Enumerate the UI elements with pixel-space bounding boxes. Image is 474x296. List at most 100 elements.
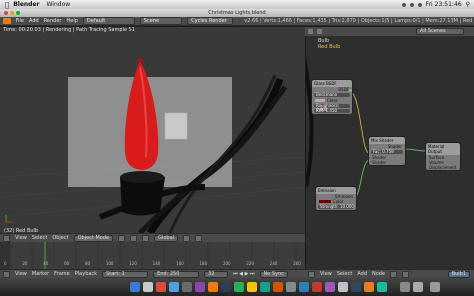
app-icon[interactable] <box>299 282 309 292</box>
mix-shader-node[interactable]: Mix Shader Shader Fac: 0.759 Shader Shad… <box>368 136 406 166</box>
app-icon[interactable] <box>195 282 205 292</box>
node-title: Glass BSDF <box>312 80 352 87</box>
documents-icon[interactable] <box>400 282 410 292</box>
mode-selector[interactable]: Object Mode <box>73 234 114 242</box>
orientation-selector[interactable]: Global <box>154 234 179 242</box>
editor-type-icon[interactable] <box>3 234 10 242</box>
select-menu[interactable]: Select <box>32 235 47 241</box>
node-title: Emission <box>316 187 356 194</box>
status-icon[interactable] <box>401 2 406 7</box>
finder-icon[interactable] <box>130 282 140 292</box>
shader-type-icon[interactable] <box>390 270 398 278</box>
search-icon[interactable]: ⚲ <box>466 1 470 8</box>
apple-icon[interactable]:  <box>5 1 9 9</box>
scene-filter[interactable]: All Scenes <box>416 28 464 35</box>
chrome-icon[interactable] <box>156 282 166 292</box>
distribution-selector[interactable]: Beckmann <box>314 93 350 97</box>
view-toggle-icon[interactable] <box>308 29 313 34</box>
sync-selector[interactable]: No Sync <box>259 270 288 278</box>
tick-label: 20 <box>22 261 28 266</box>
app-icon[interactable] <box>312 282 322 292</box>
app-icon[interactable] <box>247 282 257 292</box>
breadcrumb-red-bulb[interactable]: Red Bulb <box>318 44 340 50</box>
playback-menu[interactable]: Playback <box>75 271 97 277</box>
view-menu[interactable]: View <box>15 271 27 277</box>
marker-menu[interactable]: Marker <box>32 271 49 277</box>
scene-selector[interactable]: Scene <box>139 17 183 25</box>
blender-editor-icon[interactable] <box>3 18 11 24</box>
select-menu[interactable]: Select <box>337 271 352 277</box>
layout-selector[interactable]: Default <box>82 17 135 25</box>
output-socket[interactable] <box>349 89 352 92</box>
glass-bsdf-node[interactable]: Glass BSDF BSDF Beckmann Color Roughness… <box>311 79 353 115</box>
view-menu[interactable]: View <box>15 235 27 241</box>
ior-field[interactable]: IOR: 1.450 <box>314 109 350 113</box>
app-icon[interactable] <box>286 282 296 292</box>
3d-viewport[interactable] <box>0 27 305 233</box>
editor-type-icon[interactable] <box>3 270 10 278</box>
material-breadcrumb: Bulb Red Bulb <box>318 38 340 50</box>
emission-node[interactable]: Emission Emission Color Strength: 10.000 <box>315 186 357 211</box>
node-editor-header: View Select Add Node Bulb1 <box>305 269 474 278</box>
add-menu[interactable]: Add <box>357 271 367 277</box>
tick-label: 220 <box>246 261 254 266</box>
render-engine-selector[interactable]: Cycles Render <box>187 17 234 25</box>
manipulator-icon[interactable] <box>142 234 150 242</box>
tick-label: 100 <box>105 261 114 266</box>
end-frame-field[interactable]: End: 250 <box>153 270 200 278</box>
bulb-socket-rim <box>120 171 164 183</box>
object-icon[interactable] <box>402 270 410 278</box>
window-menu[interactable]: Window <box>47 1 71 8</box>
node-menu[interactable]: Node <box>372 271 385 277</box>
render-menu[interactable]: Render <box>44 18 62 24</box>
layer-icon[interactable] <box>183 234 191 242</box>
view-menu[interactable]: View <box>320 271 332 277</box>
volume-icon[interactable] <box>417 2 422 7</box>
app-icon[interactable] <box>338 282 348 292</box>
timeline[interactable]: 0 20 40 60 80 100 120 140 160 180 200 22… <box>0 242 305 269</box>
close-icon[interactable] <box>4 11 8 15</box>
material-name-field[interactable]: Bulb1 <box>447 270 470 278</box>
pivot-icon[interactable] <box>130 234 138 242</box>
add-menu[interactable]: Add <box>29 18 39 24</box>
launchpad-icon[interactable] <box>143 282 153 292</box>
clock[interactable]: Fri 23:51:46 <box>426 1 462 8</box>
node-editor-top-header: All Scenes <box>305 27 474 36</box>
object-menu[interactable]: Object <box>52 235 68 241</box>
fac-field[interactable]: Fac: 0.759 <box>371 150 403 154</box>
search-icon[interactable] <box>317 29 322 34</box>
wifi-icon[interactable] <box>409 2 414 7</box>
snap-icon[interactable] <box>195 234 203 242</box>
editor-type-icon[interactable] <box>308 270 315 278</box>
downloads-icon[interactable] <box>413 282 423 292</box>
displacement-input: Displacement <box>429 165 457 170</box>
material-output-node[interactable]: Material Output Surface Volume Displacem… <box>425 142 461 171</box>
file-menu[interactable]: File <box>16 18 24 24</box>
current-frame-field[interactable]: 32 <box>204 270 229 278</box>
viewport-render <box>0 57 305 233</box>
app-icon[interactable] <box>273 282 283 292</box>
strength-field[interactable]: Strength: 10.000 <box>318 205 354 209</box>
safari-icon[interactable] <box>169 282 179 292</box>
playback-controls[interactable]: ⏮ ◀ ▶ ⏭ <box>233 271 254 277</box>
zoom-icon[interactable] <box>16 11 20 15</box>
trash-icon[interactable] <box>430 282 440 292</box>
status-area: Fri 23:51:46 ⚲ <box>401 1 470 8</box>
blender-icon[interactable] <box>208 282 218 292</box>
app-menu[interactable]: Blender <box>13 1 39 8</box>
app-icon[interactable] <box>260 282 270 292</box>
app-icon[interactable] <box>234 282 244 292</box>
shading-icon[interactable] <box>118 234 126 242</box>
app-icon[interactable] <box>325 282 335 292</box>
frame-menu[interactable]: Frame <box>54 271 70 277</box>
minimize-icon[interactable] <box>10 11 14 15</box>
app-icon[interactable] <box>351 282 361 292</box>
terminal-icon[interactable] <box>221 282 231 292</box>
app-icon[interactable] <box>377 282 387 292</box>
help-menu[interactable]: Help <box>67 18 78 24</box>
shader-input-2: Shader <box>372 160 387 165</box>
tick-label: 180 <box>199 261 208 266</box>
app-icon[interactable] <box>182 282 192 292</box>
start-frame-field[interactable]: Start: 1 <box>102 270 149 278</box>
app-icon[interactable] <box>364 282 374 292</box>
